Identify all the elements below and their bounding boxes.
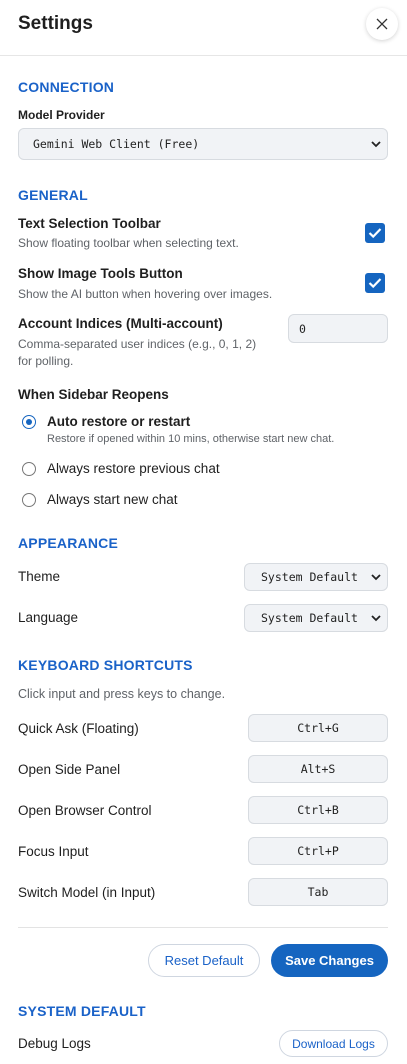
sidebar-reopens-title: When Sidebar Reopens	[18, 387, 169, 402]
radio-always-restore-label[interactable]: Always restore previous chat	[47, 461, 220, 476]
image-tools-desc: Show the AI button when hovering over im…	[18, 287, 273, 301]
shortcut-input-focus-input[interactable]: Ctrl+P	[248, 837, 388, 865]
chevron-down-icon	[365, 573, 387, 581]
chevron-down-icon	[365, 614, 387, 622]
shortcut-keys-switch-model: Tab	[307, 885, 329, 899]
account-indices-input[interactable]: 0	[288, 314, 388, 343]
settings-header: Settings	[0, 0, 407, 56]
theme-label: Theme	[18, 569, 61, 584]
save-changes-button[interactable]: Save Changes	[271, 944, 388, 977]
theme-value: System Default	[261, 570, 358, 584]
language-value: System Default	[261, 611, 358, 625]
general-section-title: GENERAL	[18, 187, 88, 203]
chevron-down-icon	[365, 140, 387, 148]
connection-section-title: CONNECTION	[18, 79, 115, 95]
language-label: Language	[18, 610, 79, 625]
theme-select[interactable]: System Default	[244, 563, 388, 591]
model-provider-value: Gemini Web Client (Free)	[33, 137, 200, 151]
page-title: Settings	[18, 13, 93, 34]
language-select[interactable]: System Default	[244, 604, 388, 632]
shortcut-input-side-panel[interactable]: Alt+S	[248, 755, 388, 783]
shortcuts-section-title: KEYBOARD SHORTCUTS	[18, 657, 193, 673]
download-logs-button[interactable]: Download Logs	[279, 1030, 388, 1057]
image-tools-checkbox[interactable]	[365, 273, 385, 293]
close-button[interactable]	[366, 8, 398, 40]
shortcut-label-switch-model: Switch Model (in Input)	[18, 885, 156, 900]
reset-default-button[interactable]: Reset Default	[148, 944, 260, 977]
radio-auto-restore[interactable]	[22, 415, 36, 429]
shortcut-label-browser-control: Open Browser Control	[18, 803, 152, 818]
shortcut-input-switch-model[interactable]: Tab	[248, 878, 388, 906]
account-indices-title: Account Indices (Multi-account)	[18, 316, 223, 331]
shortcut-input-browser-control[interactable]: Ctrl+B	[248, 796, 388, 824]
shortcut-input-quick-ask[interactable]: Ctrl+G	[248, 714, 388, 742]
account-indices-value: 0	[299, 321, 306, 336]
checkmark-icon	[368, 278, 382, 289]
debug-logs-label: Debug Logs	[18, 1036, 91, 1051]
checkmark-icon	[368, 228, 382, 239]
radio-always-new-label[interactable]: Always start new chat	[47, 492, 178, 507]
close-icon	[376, 18, 388, 30]
model-provider-label: Model Provider	[18, 108, 105, 122]
model-provider-select[interactable]: Gemini Web Client (Free)	[18, 128, 388, 160]
radio-always-restore[interactable]	[22, 462, 36, 476]
account-indices-desc-line2: for polling.	[18, 354, 74, 368]
account-indices-desc-line1: Comma-separated user indices (e.g., 0, 1…	[18, 337, 257, 351]
shortcut-keys-quick-ask: Ctrl+G	[297, 721, 339, 735]
appearance-section-title: APPEARANCE	[18, 535, 119, 551]
system-section-title: SYSTEM DEFAULT	[18, 1003, 146, 1019]
text-selection-checkbox[interactable]	[365, 223, 385, 243]
shortcut-keys-side-panel: Alt+S	[300, 762, 336, 776]
image-tools-title: Show Image Tools Button	[18, 266, 183, 281]
shortcuts-hint: Click input and press keys to change.	[18, 687, 226, 701]
shortcut-label-quick-ask: Quick Ask (Floating)	[18, 721, 139, 736]
shortcut-label-side-panel: Open Side Panel	[18, 762, 121, 777]
text-selection-title: Text Selection Toolbar	[18, 216, 161, 231]
divider	[18, 927, 388, 928]
shortcut-label-focus-input: Focus Input	[18, 844, 89, 859]
radio-auto-restore-label[interactable]: Auto restore or restart	[47, 414, 190, 429]
shortcut-keys-focus-input: Ctrl+P	[297, 844, 339, 858]
radio-auto-restore-desc: Restore if opened within 10 mins, otherw…	[47, 433, 335, 445]
radio-always-new[interactable]	[22, 493, 36, 507]
shortcut-keys-browser-control: Ctrl+B	[297, 803, 339, 817]
text-selection-desc: Show floating toolbar when selecting tex…	[18, 236, 239, 250]
